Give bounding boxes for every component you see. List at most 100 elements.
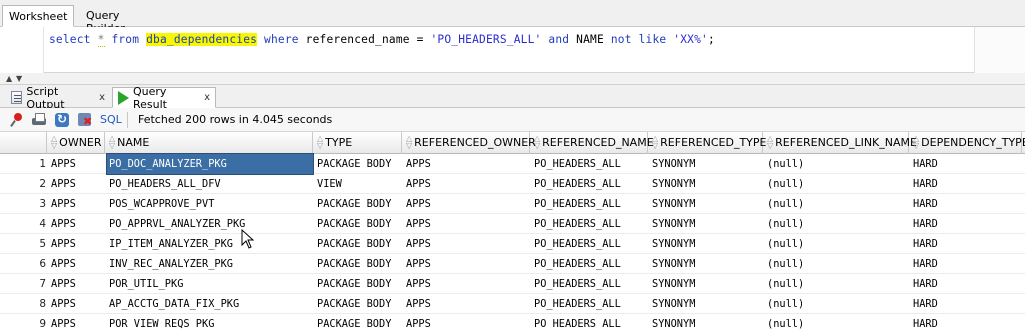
table-cell[interactable]: (null) [765, 214, 909, 234]
sql-editor[interactable]: select * from dba_dependencies where ref… [0, 27, 1025, 73]
table-cell[interactable]: APPS [49, 314, 105, 329]
table-cell[interactable]: (null) [765, 154, 909, 174]
sort-icon[interactable]: △ ▽ [913, 135, 919, 150]
table-cell[interactable]: PACKAGE BODY [315, 154, 402, 174]
sql-statement[interactable]: select * from dba_dependencies where ref… [49, 33, 715, 47]
table-cell[interactable]: PO_HEADERS_ALL_DFV [107, 174, 313, 194]
table-cell[interactable]: PO_HEADERS_ALL [532, 174, 648, 194]
sort-icon[interactable]: △ ▽ [51, 135, 57, 150]
table-cell[interactable]: APPS [404, 294, 530, 314]
table-cell[interactable]: PO_HEADERS_ALL [532, 194, 648, 214]
table-cell[interactable]: APPS [404, 234, 530, 254]
table-cell[interactable]: APPS [49, 154, 105, 174]
row-number[interactable]: 9 [0, 314, 46, 329]
table-cell[interactable]: PO_HEADERS_ALL [532, 274, 648, 294]
table-cell[interactable]: AP_ACCTG_DATA_FIX_PKG [107, 294, 313, 314]
table-cell[interactable]: (null) [765, 274, 909, 294]
row-number[interactable]: 4 [0, 214, 46, 234]
table-cell[interactable]: HARD [911, 174, 1022, 194]
sort-icon[interactable]: △ ▽ [406, 135, 412, 150]
column-header-referenced-owner[interactable]: △ ▽ REFERENCED_OWNER [402, 132, 536, 154]
column-header-referenced-name[interactable]: △ ▽ REFERENCED_NAME [530, 132, 654, 154]
table-row[interactable]: 4 APPS PO_APPRVL_ANALYZER_PKG PACKAGE BODY A… [0, 214, 1025, 234]
pane-splitter[interactable]: ▲ ▼ [0, 73, 1025, 85]
column-header-name[interactable]: △ ▽ NAME [105, 132, 313, 154]
table-cell[interactable]: APPS [404, 274, 530, 294]
tab-query-result[interactable]: Query Result x [112, 85, 216, 111]
table-cell[interactable]: HARD [911, 254, 1022, 274]
table-cell[interactable]: (null) [765, 294, 909, 314]
table-cell[interactable]: SYNONYM [650, 214, 763, 234]
sort-icon[interactable]: △ ▽ [109, 135, 115, 150]
tab-script-output[interactable]: Script Output x [6, 85, 110, 111]
column-header-dependency-type[interactable]: △ ▽ DEPENDENCY_TYPE [909, 132, 1025, 154]
sql-button[interactable]: SQL [100, 113, 122, 126]
row-number[interactable]: 6 [0, 254, 46, 274]
table-cell[interactable]: APPS [49, 174, 105, 194]
table-cell[interactable]: VIEW [315, 174, 402, 194]
table-cell[interactable]: APPS [404, 154, 530, 174]
selected-cell[interactable]: PO_DOC_ANALYZER_PKG [106, 153, 314, 175]
table-cell[interactable]: PACKAGE BODY [315, 274, 402, 294]
table-cell[interactable]: PO_HEADERS_ALL [532, 154, 648, 174]
row-number[interactable]: 5 [0, 234, 46, 254]
table-cell[interactable]: HARD [911, 234, 1022, 254]
table-cell[interactable]: SYNONYM [650, 314, 763, 329]
table-cell[interactable]: SYNONYM [650, 274, 763, 294]
table-cell[interactable]: HARD [911, 154, 1022, 174]
table-cell[interactable]: PO_HEADERS_ALL [532, 214, 648, 234]
table-cell[interactable]: (null) [765, 254, 909, 274]
table-cell[interactable]: APPS [49, 234, 105, 254]
row-number[interactable]: 3 [0, 194, 46, 214]
refresh-icon[interactable] [54, 112, 70, 128]
table-row[interactable]: 9 APPS POR_VIEW_REQS_PKG PACKAGE BODY APPS PO… [0, 314, 1025, 329]
table-cell[interactable]: HARD [911, 314, 1022, 329]
result-grid[interactable]: △ ▽ OWNER △ ▽ NAME △ ▽ TYPE △ ▽ REFERENCED_OWNER △ ▽ R… [0, 132, 1025, 329]
print-icon[interactable] [31, 112, 47, 128]
table-row[interactable]: 6 APPS INV_REC_ANALYZER_PKG PACKAGE BODY APP… [0, 254, 1025, 274]
table-cell[interactable]: PO_HEADERS_ALL [532, 294, 648, 314]
table-cell[interactable]: APPS [404, 314, 530, 329]
table-cell[interactable]: PACKAGE BODY [315, 314, 402, 329]
table-cell[interactable]: (null) [765, 234, 909, 254]
collapse-up-icon[interactable]: ▲ [6, 74, 12, 83]
column-header-type[interactable]: △ ▽ TYPE [313, 132, 402, 154]
column-header-referenced-link-name[interactable]: △ ▽ REFERENCED_LINK_NAME [763, 132, 917, 154]
table-cell[interactable]: PO_HEADERS_ALL [532, 314, 648, 329]
table-cell[interactable]: HARD [911, 214, 1022, 234]
table-cell[interactable]: PO_HEADERS_ALL [532, 234, 648, 254]
table-cell[interactable]: PACKAGE BODY [315, 254, 402, 274]
clear-icon[interactable] [77, 112, 93, 128]
table-cell[interactable]: (null) [765, 314, 909, 329]
row-number[interactable]: 7 [0, 274, 46, 294]
table-cell[interactable]: PO_APPRVL_ANALYZER_PKG [107, 214, 313, 234]
table-row[interactable]: 3 APPS POS_WCAPPROVE_PVT PACKAGE BODY APPS PO… [0, 194, 1025, 214]
table-cell[interactable]: PO_HEADERS_ALL [532, 254, 648, 274]
table-cell[interactable]: APPS [404, 254, 530, 274]
row-number[interactable]: 8 [0, 294, 46, 314]
table-cell[interactable]: SYNONYM [650, 254, 763, 274]
collapse-down-icon[interactable]: ▼ [16, 74, 22, 83]
table-row[interactable]: 8 APPS AP_ACCTG_DATA_FIX_PKG PACKAGE BODY AP… [0, 294, 1025, 314]
table-cell[interactable]: HARD [911, 194, 1022, 214]
column-header-owner[interactable]: △ ▽ OWNER [47, 132, 105, 154]
table-cell[interactable]: APPS [49, 274, 105, 294]
table-cell[interactable]: (null) [765, 194, 909, 214]
sort-icon[interactable]: △ ▽ [767, 135, 773, 150]
table-cell[interactable]: APPS [49, 214, 105, 234]
table-cell[interactable]: SYNONYM [650, 154, 763, 174]
table-cell[interactable]: HARD [911, 294, 1022, 314]
close-query-result-icon[interactable]: x [204, 92, 210, 103]
tab-worksheet[interactable]: Worksheet [2, 5, 74, 27]
table-cell[interactable]: APPS [49, 254, 105, 274]
table-cell[interactable]: POS_WCAPPROVE_PVT [107, 194, 313, 214]
sort-icon[interactable]: △ ▽ [317, 135, 323, 150]
table-cell[interactable]: SYNONYM [650, 174, 763, 194]
table-cell[interactable]: SYNONYM [650, 234, 763, 254]
table-cell[interactable]: APPS [49, 194, 105, 214]
sort-icon[interactable]: △ ▽ [652, 135, 658, 150]
tab-query-builder[interactable]: Query Builder [80, 5, 160, 35]
table-cell[interactable]: PACKAGE BODY [315, 214, 402, 234]
column-header-referenced-type[interactable]: △ ▽ REFERENCED_TYPE [648, 132, 766, 154]
row-number[interactable]: 2 [0, 174, 46, 194]
